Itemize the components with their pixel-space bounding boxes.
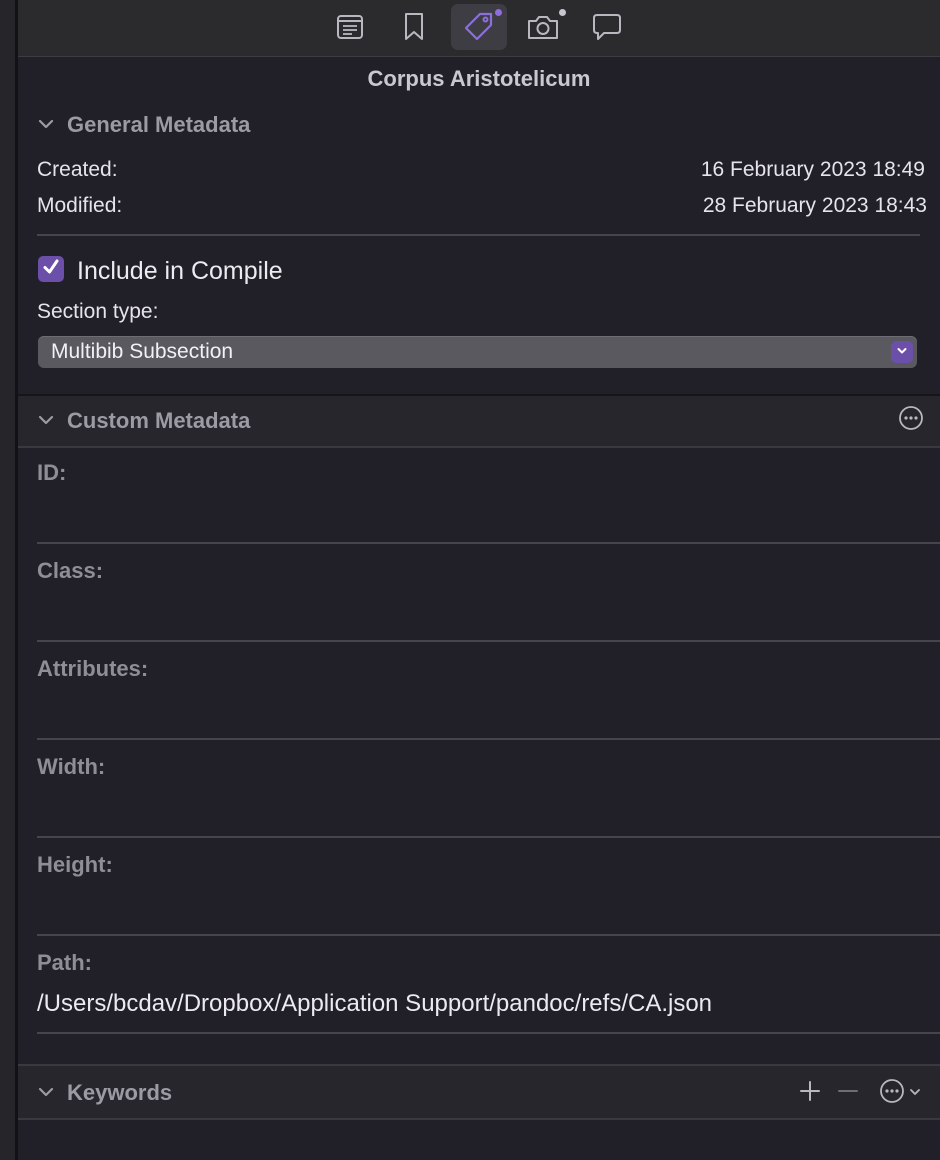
custom-metadata-header[interactable]: Custom Metadata <box>18 396 940 444</box>
speech-bubble-icon <box>591 12 623 42</box>
width-label: Width: <box>37 754 106 779</box>
include-in-compile-checkbox[interactable] <box>38 256 64 282</box>
plus-icon <box>799 1080 821 1107</box>
chevron-down-icon <box>38 413 54 432</box>
field-divider <box>37 836 940 838</box>
select-arrow-button[interactable] <box>891 341 913 363</box>
inspector-toolbar <box>18 0 940 57</box>
keywords-title: Keywords <box>67 1080 173 1105</box>
chevron-down-icon <box>896 343 908 361</box>
custom-metadata-title: Custom Metadata <box>67 408 251 433</box>
camera-icon <box>526 13 560 41</box>
snapshots-indicator-dot <box>559 9 566 16</box>
inspector-panel: Corpus Aristotelicum General Metadata Cr… <box>18 0 940 1160</box>
tag-icon <box>463 11 495 43</box>
path-field[interactable]: /Users/bcdav/Dropbox/Application Support… <box>37 990 712 1018</box>
checkmark-icon <box>41 257 61 282</box>
editor-edge <box>0 0 15 1160</box>
attributes-label: Attributes: <box>37 656 149 681</box>
bookmarks-tab[interactable] <box>386 4 442 50</box>
chevron-down-icon <box>38 1085 54 1104</box>
modified-label: Modified: <box>37 194 123 217</box>
general-metadata-title: General Metadata <box>67 112 251 137</box>
height-label: Height: <box>37 852 113 877</box>
custom-metadata-options-button[interactable] <box>898 405 924 436</box>
chevron-down-icon <box>38 117 54 136</box>
notes-icon <box>336 14 364 40</box>
metadata-indicator-dot <box>495 9 502 16</box>
bookmark-icon <box>403 12 425 42</box>
field-divider <box>37 738 940 740</box>
keywords-options-menu[interactable] <box>876 1078 924 1109</box>
modified-value: 28 February 2023 18:43 <box>702 194 927 217</box>
comments-tab[interactable] <box>579 4 635 50</box>
section-type-select[interactable]: Multibib Subsection <box>38 336 917 368</box>
field-divider <box>37 640 940 642</box>
divider <box>37 234 920 236</box>
document-title: Corpus Aristotelicum <box>367 66 591 91</box>
section-type-label: Section type: <box>37 300 159 323</box>
field-divider <box>37 934 940 936</box>
snapshots-tab[interactable] <box>515 4 571 50</box>
path-label: Path: <box>37 950 92 975</box>
created-value: 16 February 2023 18:49 <box>700 158 925 181</box>
minus-icon <box>837 1080 859 1107</box>
created-label: Created: <box>37 158 118 181</box>
field-divider <box>37 1032 940 1034</box>
field-divider <box>37 542 940 544</box>
include-in-compile-label[interactable]: Include in Compile <box>77 257 283 286</box>
chevron-down-icon <box>909 1084 921 1102</box>
general-metadata-header[interactable]: General Metadata <box>18 100 940 148</box>
id-label: ID: <box>37 460 67 485</box>
notes-tab[interactable] <box>322 4 378 50</box>
remove-keyword-button[interactable] <box>836 1081 860 1105</box>
ellipsis-circle-icon <box>879 1078 905 1109</box>
add-keyword-button[interactable] <box>798 1080 822 1107</box>
ellipsis-circle-icon <box>898 405 924 436</box>
class-label: Class: <box>37 558 104 583</box>
section-type-value: Multibib Subsection <box>51 340 234 363</box>
metadata-tab[interactable] <box>451 4 507 50</box>
